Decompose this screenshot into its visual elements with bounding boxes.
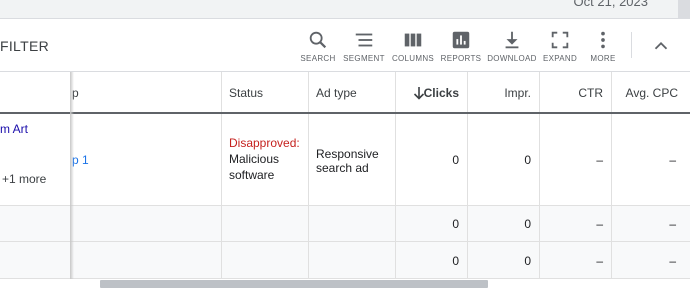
- impr-value: 0: [524, 217, 531, 231]
- header-campaign[interactable]: [0, 72, 72, 112]
- status-disapproved[interactable]: Disapproved:: [229, 136, 300, 150]
- toolbar-divider: [631, 32, 632, 58]
- cell-impr: 0: [468, 206, 540, 241]
- ctr-value: –: [596, 153, 603, 167]
- header-ad-type-label: Ad type: [316, 86, 357, 100]
- cell-status: Disapproved: Malicious software: [222, 114, 309, 205]
- impr-value: 0: [524, 254, 531, 268]
- more-label: MORE: [590, 54, 616, 63]
- cell-blank: [309, 206, 396, 241]
- chevron-up-icon[interactable]: [650, 35, 672, 57]
- status-reason-line2: software: [229, 168, 275, 182]
- cell-ad-type: Responsive search ad: [309, 114, 396, 205]
- reports-icon: [452, 31, 470, 49]
- cell-clicks: 0: [396, 114, 468, 205]
- search-icon: [309, 31, 327, 49]
- horizontal-scrollbar[interactable]: [100, 280, 488, 288]
- table-row: m Art +1 more p 1 Disapproved: Malicious…: [0, 114, 690, 206]
- header-status-label: Status: [229, 86, 264, 100]
- table-header-row: p Status Ad type Clicks Impr. CTR Avg. C…: [0, 72, 690, 114]
- cell-ctr: –: [540, 206, 612, 241]
- header-status[interactable]: Status: [222, 72, 309, 112]
- segment-button[interactable]: SEGMENT: [338, 29, 390, 63]
- ad-type-line2: search ad: [316, 161, 369, 175]
- clicks-value: 0: [452, 254, 459, 268]
- cell-campaign: m Art +1 more: [0, 114, 72, 205]
- cell-avg-cpc: –: [612, 242, 690, 278]
- download-icon: [505, 31, 519, 49]
- cell-blank: [72, 242, 222, 278]
- window-edge: [678, 0, 690, 19]
- columns-icon: [404, 33, 422, 47]
- reports-button[interactable]: REPORTS: [435, 29, 487, 63]
- cell-blank: [222, 206, 309, 241]
- ad-group-link[interactable]: p 1: [72, 153, 89, 167]
- header-ctr[interactable]: CTR: [540, 72, 612, 112]
- cell-ctr: –: [540, 114, 612, 205]
- status-reason-line1: Malicious: [229, 152, 280, 166]
- cell-impr: 0: [468, 114, 540, 205]
- frozen-column-shadow: [70, 72, 74, 279]
- download-button[interactable]: DOWNLOAD: [486, 29, 538, 63]
- header-avg-cpc-label: Avg. CPC: [625, 86, 678, 100]
- search-button[interactable]: SEARCH: [292, 29, 344, 63]
- header-ad-group[interactable]: p: [72, 72, 222, 112]
- header-impr-label: Impr.: [504, 86, 531, 100]
- segment-icon: [355, 33, 373, 47]
- search-label: SEARCH: [300, 54, 336, 63]
- ad-type-line1: Responsive: [316, 147, 379, 161]
- impr-value: 0: [524, 153, 531, 167]
- cell-avg-cpc: –: [612, 206, 690, 241]
- header-avg-cpc[interactable]: Avg. CPC: [612, 72, 690, 112]
- cell-avg-cpc: –: [612, 114, 690, 205]
- clicks-value: 0: [452, 153, 459, 167]
- filter-button[interactable]: FILTER: [0, 38, 49, 54]
- columns-button[interactable]: COLUMNS: [387, 29, 439, 63]
- expand-icon: [551, 31, 569, 49]
- avg-cpc-value: –: [669, 153, 676, 167]
- reports-label: REPORTS: [440, 54, 482, 63]
- total-row: 0 0 – –: [0, 242, 690, 279]
- total-row: 0 0 – –: [0, 206, 690, 242]
- more-button[interactable]: MORE: [577, 29, 629, 63]
- more-vert-icon: [601, 31, 605, 49]
- cell-impr: 0: [468, 242, 540, 278]
- cell-blank: [222, 242, 309, 278]
- header-ad-type[interactable]: Ad type: [309, 72, 396, 112]
- header-clicks-label: Clicks: [423, 86, 459, 100]
- cell-clicks: 0: [396, 206, 468, 241]
- cell-blank: [72, 206, 222, 241]
- header-ctr-label: CTR: [578, 86, 603, 100]
- clicks-value: 0: [452, 217, 459, 231]
- cell-ad-group: p 1: [72, 114, 222, 205]
- ctr-value: –: [596, 217, 603, 231]
- avg-cpc-value: –: [669, 217, 676, 231]
- date-range-text[interactable]: Oct 21, 2023: [574, 0, 648, 9]
- download-label: DOWNLOAD: [487, 54, 537, 63]
- campaign-link[interactable]: m Art: [0, 122, 28, 136]
- ctr-value: –: [596, 254, 603, 268]
- table-toolbar: FILTER SEARCH SEGMENT COLUMNS REPORTS DO…: [0, 19, 690, 72]
- segment-label: SEGMENT: [343, 54, 385, 63]
- cell-ctr: –: [540, 242, 612, 278]
- header-impr[interactable]: Impr.: [468, 72, 540, 112]
- top-strip: Oct 21, 2023: [0, 0, 690, 19]
- cell-clicks: 0: [396, 242, 468, 278]
- header-clicks[interactable]: Clicks: [396, 72, 468, 112]
- columns-label: COLUMNS: [391, 54, 435, 63]
- more-labels-text[interactable]: +1 more: [2, 172, 46, 186]
- cell-blank: [309, 242, 396, 278]
- avg-cpc-value: –: [669, 254, 676, 268]
